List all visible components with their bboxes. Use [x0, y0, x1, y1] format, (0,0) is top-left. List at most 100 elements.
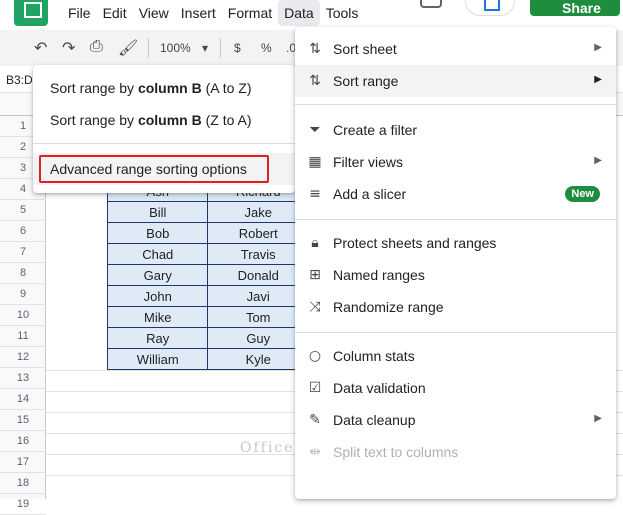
toolbar-divider	[220, 38, 221, 58]
lock-icon: 🔒︎	[311, 235, 319, 251]
paint-format-icon[interactable]: 🖌	[118, 38, 138, 58]
redo-icon[interactable]: ↷	[62, 38, 75, 58]
split-icon: ⇹	[309, 444, 321, 460]
undo-icon[interactable]: ↶	[34, 38, 47, 58]
menu-item-label: Add a slicer	[333, 186, 407, 202]
menu-edit[interactable]: Edit	[97, 0, 133, 26]
table-row: William Kyle	[106, 348, 309, 370]
advanced-sorting-label: Advanced range sorting options	[50, 161, 247, 177]
shuffle-icon: ⤨	[309, 299, 321, 315]
chevron-right-icon: ▶	[594, 413, 602, 424]
zoom-select[interactable]: 100%	[160, 41, 191, 55]
create-filter-item[interactable]: ⏷ Create a filter	[295, 114, 616, 146]
table-row: John Javi	[106, 285, 309, 307]
table-cell[interactable]: Bob	[106, 222, 209, 244]
row-number[interactable]: 13	[0, 368, 46, 389]
row-number[interactable]: 19	[0, 494, 46, 515]
sort-a-to-z-item[interactable]: Sort range by column B (A to Z)	[50, 80, 252, 96]
menu-format[interactable]: Format	[222, 0, 278, 26]
table-cell[interactable]: Tom	[207, 306, 309, 328]
menu-view[interactable]: View	[133, 0, 175, 26]
column-stats-item[interactable]: ○ Column stats	[295, 340, 616, 372]
row-number[interactable]: 15	[0, 410, 46, 431]
row-number[interactable]: 8	[0, 263, 46, 284]
sort-range-submenu: Sort range by column B (A to Z) Sort ran…	[33, 65, 295, 193]
data-cleanup-item[interactable]: ✎ Data cleanup ▶	[295, 404, 616, 436]
menu-item-label: Filter views	[333, 154, 404, 170]
row-number[interactable]: 18	[0, 473, 46, 494]
row-number[interactable]: 11	[0, 326, 46, 347]
chevron-down-icon[interactable]: ▾	[202, 41, 208, 55]
menu-item-label: Sort range	[333, 73, 399, 89]
sort-sheet-item[interactable]: ⇅ Sort sheet ▶	[295, 33, 616, 65]
names-table: AshRichard BillJake BobRobert ChadTravis…	[106, 180, 309, 370]
sort-icon: ⇅	[309, 41, 321, 57]
row-number[interactable]: 14	[0, 389, 46, 410]
chevron-right-icon: ▶	[594, 42, 602, 53]
menu-data[interactable]: Data	[278, 0, 320, 26]
row-number[interactable]: 12	[0, 347, 46, 368]
table-cell[interactable]: Robert	[207, 222, 309, 244]
sort-z-to-a-item[interactable]: Sort range by column B (Z to A)	[50, 112, 252, 128]
table-cell[interactable]: John	[106, 285, 209, 307]
table-cell[interactable]: Mike	[106, 306, 209, 328]
table-cell[interactable]: Donald	[207, 264, 309, 286]
row-number[interactable]: 16	[0, 431, 46, 452]
named-ranges-item[interactable]: ⊞ Named ranges	[295, 259, 616, 291]
menu-item-label: (Z to A)	[201, 112, 252, 128]
chevron-right-icon: ▶	[594, 155, 602, 166]
row-number[interactable]: 6	[0, 221, 46, 242]
menu-item-label: Create a filter	[333, 122, 418, 138]
print-icon[interactable]: ⎙	[90, 38, 103, 56]
filter-views-icon: ▦	[308, 154, 322, 170]
menu-tools[interactable]: Tools	[320, 0, 365, 26]
row-number[interactable]: 9	[0, 284, 46, 305]
randomize-range-item[interactable]: ⤨ Randomize range	[295, 291, 616, 323]
table-cell[interactable]: Kyle	[207, 348, 309, 370]
menu-item-label: column B	[137, 112, 202, 128]
data-validation-item[interactable]: ☑ Data validation	[295, 372, 616, 404]
table-cell[interactable]: Guy	[207, 327, 309, 349]
table-cell[interactable]: William	[106, 348, 209, 370]
filter-views-item[interactable]: ▦ Filter views ▶	[295, 146, 616, 178]
row-number[interactable]: 5	[0, 200, 46, 221]
menu-item-label: Split text to columns	[333, 444, 459, 460]
filter-icon: ⏷	[309, 122, 321, 138]
table-row: Gary Donald	[106, 264, 309, 286]
table-cell[interactable]: Travis	[207, 243, 309, 265]
table-cell[interactable]: Javi	[207, 285, 309, 307]
slicer-icon: ≡	[309, 186, 321, 202]
percent-button[interactable]: %	[261, 41, 272, 55]
split-text-item: ⇹ Split text to columns	[295, 436, 616, 468]
protect-sheets-item[interactable]: 🔒︎ Protect sheets and ranges	[295, 227, 616, 259]
table-cell[interactable]: Chad	[106, 243, 209, 265]
row-number[interactable]: 7	[0, 242, 46, 263]
table-row: Ray Guy	[106, 327, 309, 349]
sheets-logo-icon[interactable]	[14, 0, 48, 26]
menu-item-label: Named ranges	[333, 267, 425, 283]
present-button[interactable]	[465, 0, 515, 16]
share-button[interactable]: Share	[530, 0, 620, 16]
table-row: Chad Travis	[106, 243, 309, 265]
new-badge: New	[565, 186, 600, 202]
table-row: Mike Tom	[106, 306, 309, 328]
menu-item-label: Data validation	[333, 380, 426, 396]
menu-item-label: column B	[137, 80, 202, 96]
menu-item-label: Sort sheet	[333, 41, 397, 57]
table-cell[interactable]: Bill	[106, 201, 209, 223]
currency-button[interactable]: $	[234, 41, 241, 55]
sort-range-item[interactable]: ⇅ Sort range ▶	[295, 65, 616, 97]
add-slicer-item[interactable]: ≡ Add a slicer New	[295, 178, 616, 210]
menu-insert[interactable]: Insert	[175, 0, 222, 26]
menu-item-label: Protect sheets and ranges	[333, 235, 497, 251]
validation-icon: ☑	[308, 380, 322, 396]
table-cell[interactable]: Gary	[106, 264, 209, 286]
comment-icon[interactable]	[420, 0, 442, 8]
row-number[interactable]: 10	[0, 305, 46, 326]
magic-wand-icon: ✎	[309, 412, 321, 428]
row-number[interactable]: 17	[0, 452, 46, 473]
menu-file[interactable]: File	[62, 0, 97, 26]
table-cell[interactable]: Ray	[106, 327, 209, 349]
table-cell[interactable]: Jake	[207, 201, 309, 223]
toolbar-divider	[148, 38, 149, 58]
